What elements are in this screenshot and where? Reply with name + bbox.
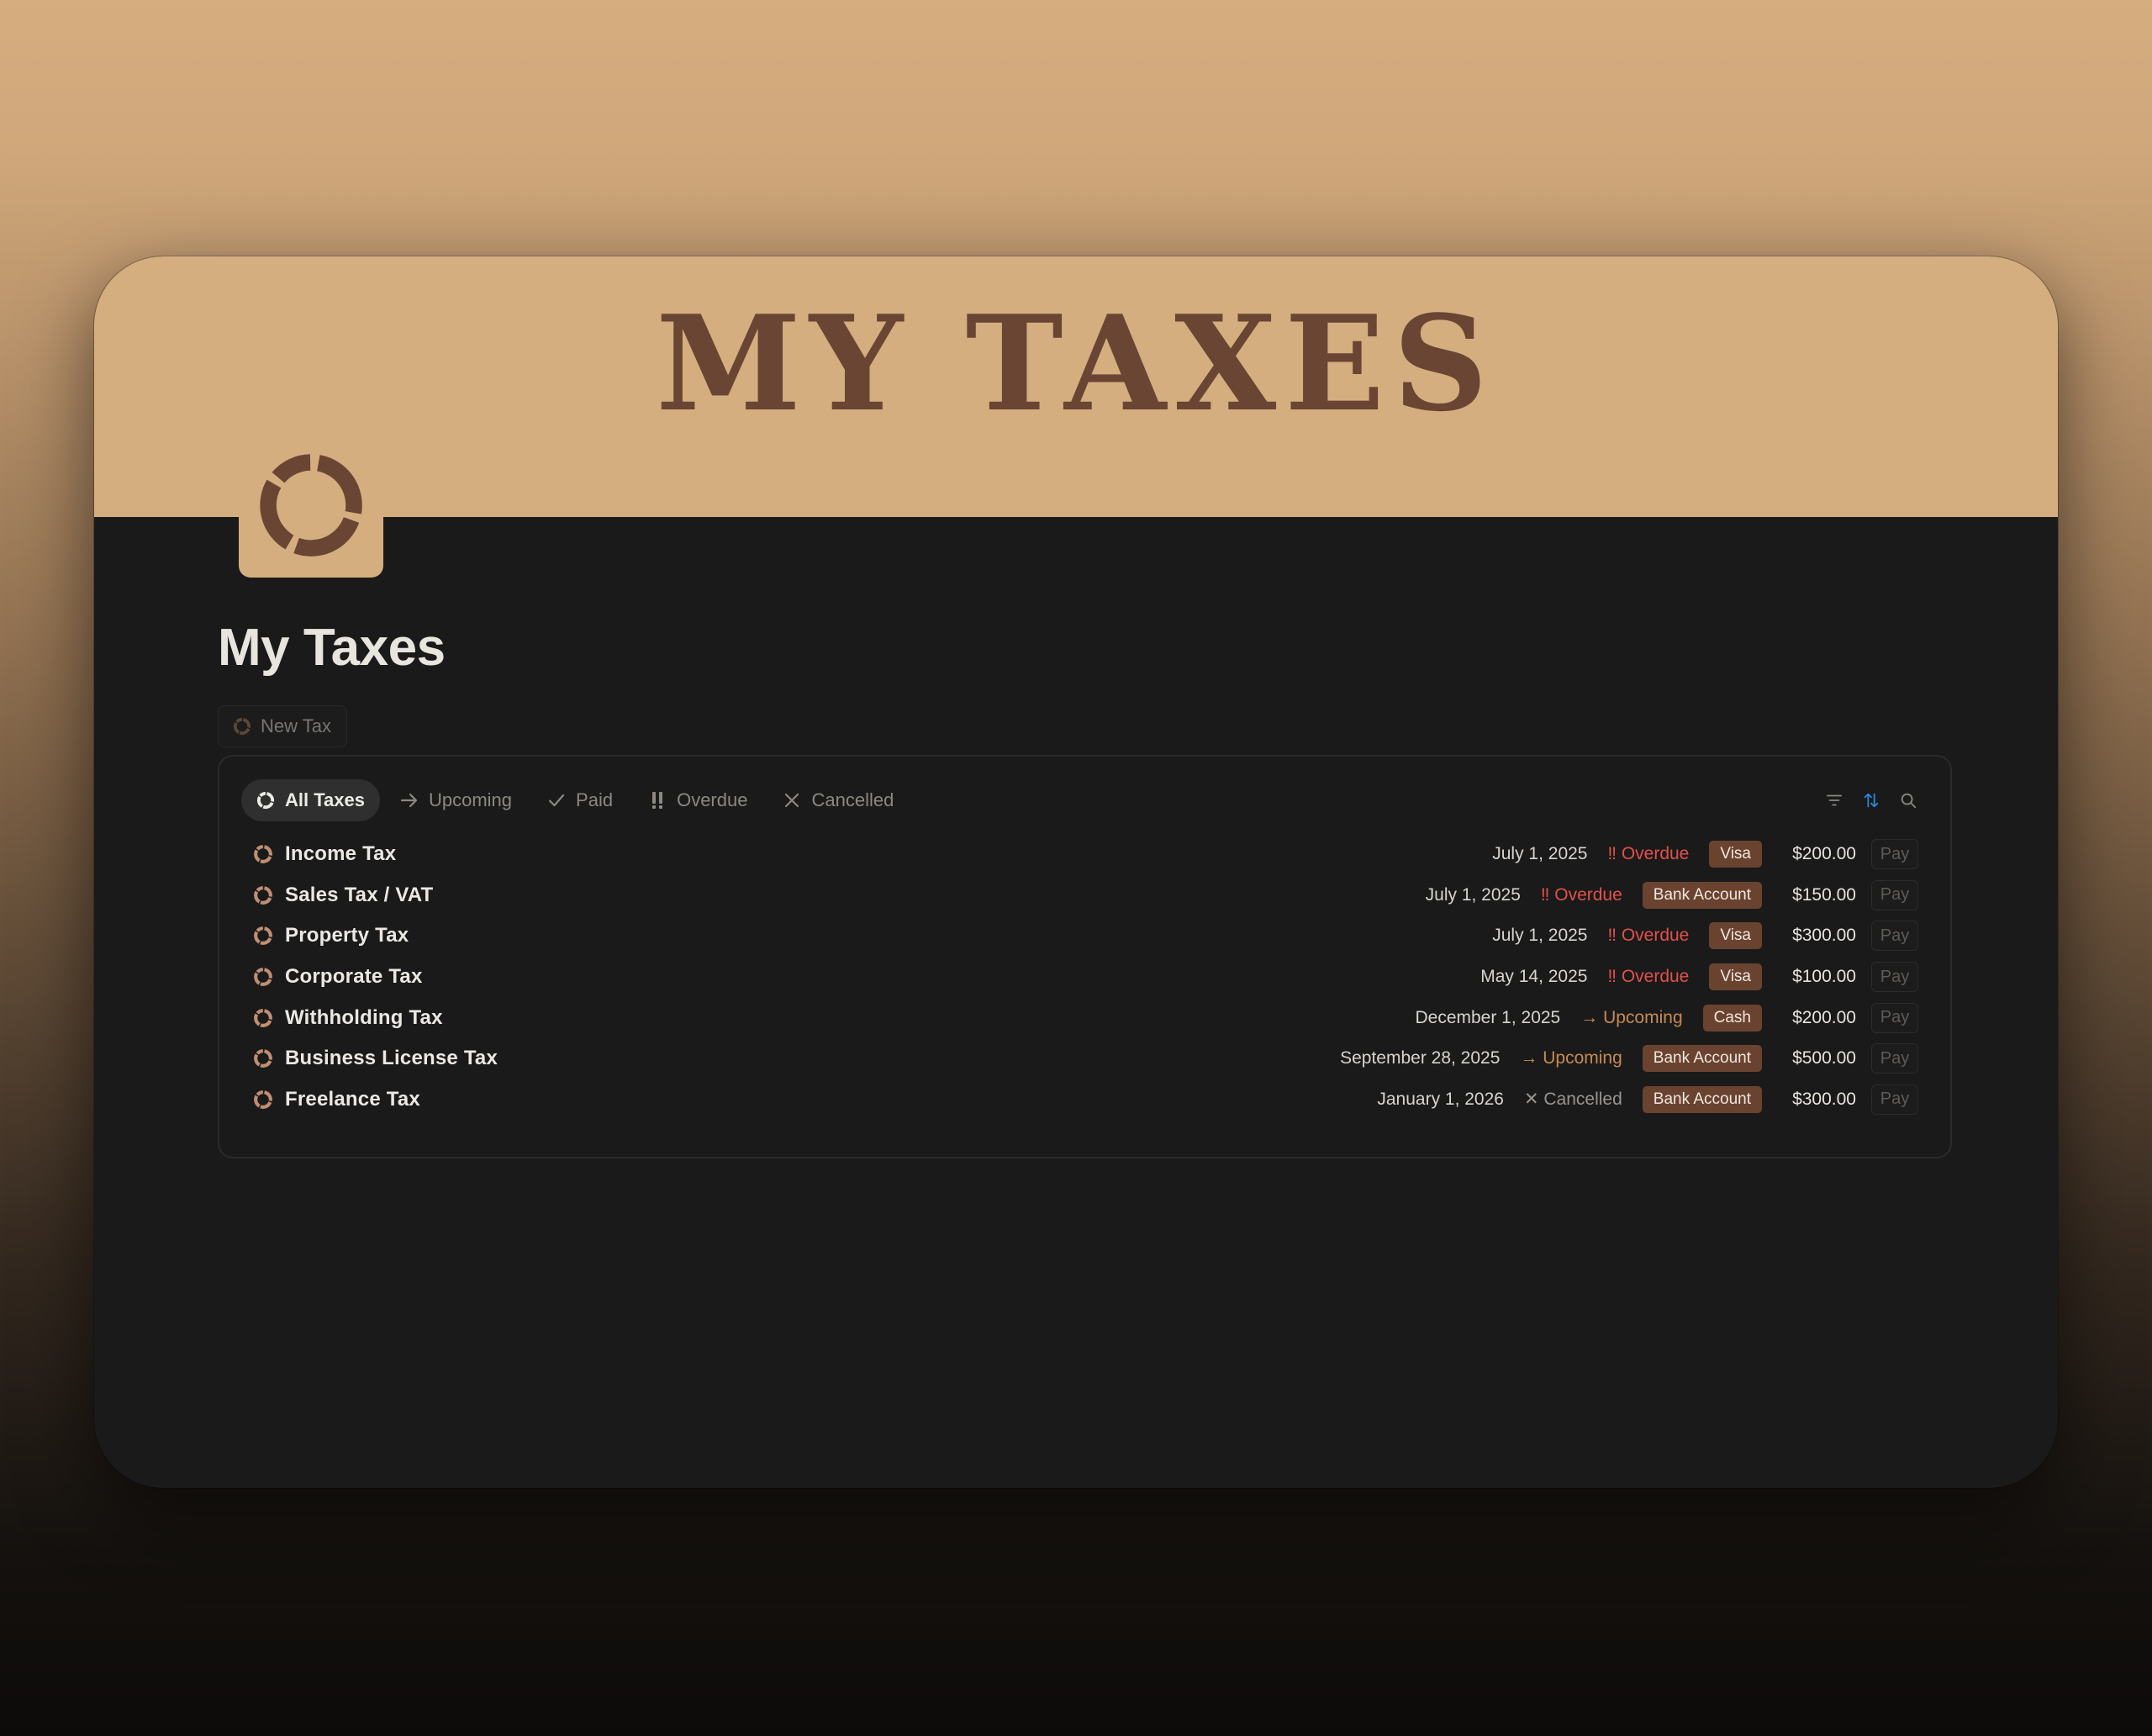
tab-all-taxes[interactable]: All Taxes	[241, 779, 380, 821]
amount: $200.00	[1792, 844, 1856, 864]
tax-list: Income Tax July 1, 2025 ‼ Overdue Visa $…	[251, 834, 1918, 1120]
tax-row[interactable]: Business License Tax September 28, 2025 …	[251, 1038, 1918, 1079]
due-date: July 1, 2025	[1492, 926, 1588, 946]
status-label: ✕ Cancelled	[1523, 1090, 1622, 1110]
tax-logo-icon	[260, 454, 362, 557]
tab-label: All Taxes	[285, 789, 365, 810]
pay-button[interactable]: Pay	[1871, 921, 1918, 952]
row-properties: January 1, 2026 ✕ Cancelled Bank Account…	[1377, 1084, 1918, 1115]
tab-label: Overdue	[677, 789, 748, 810]
due-date: July 1, 2025	[1492, 844, 1588, 864]
notion-page-frame: MY TAXES My Taxes New Tax All Taxes Upco…	[94, 256, 2058, 1488]
tab-upcoming[interactable]: Upcoming	[385, 779, 527, 821]
tax-name[interactable]: Income Tax	[285, 842, 1492, 866]
tax-logo-icon	[251, 965, 275, 989]
due-date: December 1, 2025	[1415, 1007, 1561, 1027]
tax-name[interactable]: Freelance Tax	[285, 1088, 1377, 1111]
double-exclamation-icon	[646, 789, 668, 811]
tax-logo-icon	[255, 789, 277, 811]
status-label: → Upcoming	[1580, 1007, 1683, 1027]
status-label: ‼ Overdue	[1607, 844, 1690, 864]
tax-name[interactable]: Corporate Tax	[285, 965, 1480, 989]
payment-method-tag: Bank Account	[1642, 881, 1762, 909]
tax-row[interactable]: Corporate Tax May 14, 2025 ‼ Overdue Vis…	[251, 957, 1918, 998]
tab-paid[interactable]: Paid	[532, 779, 628, 821]
row-properties: May 14, 2025 ‼ Overdue Visa $100.00 Pay	[1480, 962, 1918, 993]
tab-cancelled[interactable]: Cancelled	[767, 779, 909, 821]
tax-row[interactable]: Property Tax July 1, 2025 ‼ Overdue Visa…	[251, 915, 1918, 957]
due-date: January 1, 2026	[1377, 1089, 1504, 1109]
pay-button[interactable]: Pay	[1871, 839, 1918, 870]
due-date: July 1, 2025	[1425, 884, 1521, 905]
tax-name[interactable]: Sales Tax / VAT	[285, 884, 1426, 907]
tab-label: Upcoming	[428, 789, 513, 810]
status-label: ‼ Overdue	[1607, 926, 1690, 946]
page-title: My Taxes	[218, 619, 446, 677]
payment-method-tag: Bank Account	[1642, 1045, 1762, 1073]
cover-title: MY TAXES	[656, 287, 1496, 441]
amount: $500.00	[1792, 1048, 1856, 1069]
page-icon[interactable]	[239, 433, 383, 578]
pay-button[interactable]: Pay	[1871, 1043, 1918, 1074]
view-tabs: All Taxes Upcoming Paid Overdue Cancelle…	[241, 779, 909, 821]
payment-method-tag: Cash	[1702, 1004, 1762, 1032]
arrow-right-icon	[398, 789, 420, 811]
tab-label: Cancelled	[811, 789, 894, 810]
tax-row[interactable]: Income Tax July 1, 2025 ‼ Overdue Visa $…	[251, 834, 1918, 875]
search-icon[interactable]	[1898, 790, 1918, 810]
sort-icon[interactable]	[1861, 790, 1881, 810]
status-label: ‼ Overdue	[1607, 967, 1690, 987]
tax-row[interactable]: Freelance Tax January 1, 2026 ✕ Cancelle…	[251, 1079, 1918, 1121]
filter-icon[interactable]	[1824, 790, 1844, 810]
new-tax-label: New Tax	[261, 715, 331, 736]
tax-logo-icon	[251, 924, 275, 947]
tax-logo-icon	[251, 884, 275, 907]
pay-button[interactable]: Pay	[1871, 1084, 1918, 1115]
pay-button[interactable]: Pay	[1871, 1002, 1918, 1033]
pay-button[interactable]: Pay	[1871, 962, 1918, 993]
tax-row[interactable]: Sales Tax / VAT July 1, 2025 ‼ Overdue B…	[251, 875, 1918, 916]
payment-method-tag: Visa	[1709, 922, 1762, 950]
amount: $200.00	[1792, 1007, 1856, 1027]
row-properties: July 1, 2025 ‼ Overdue Visa $300.00 Pay	[1492, 921, 1918, 952]
tax-name[interactable]: Property Tax	[285, 924, 1492, 947]
amount: $150.00	[1792, 884, 1856, 905]
tax-name[interactable]: Business License Tax	[285, 1047, 1340, 1070]
x-icon	[781, 789, 803, 811]
status-label: → Upcoming	[1520, 1048, 1622, 1069]
payment-method-tag: Bank Account	[1642, 1085, 1762, 1113]
row-properties: September 28, 2025 → Upcoming Bank Accou…	[1340, 1043, 1918, 1074]
row-properties: July 1, 2025 ‼ Overdue Bank Account $150…	[1425, 879, 1918, 910]
row-properties: December 1, 2025 → Upcoming Cash $200.00…	[1415, 1002, 1918, 1033]
tax-row[interactable]: Withholding Tax December 1, 2025 → Upcom…	[251, 997, 1918, 1038]
status-label: ‼ Overdue	[1540, 884, 1622, 905]
page-cover: MY TAXES	[94, 256, 2058, 517]
tax-logo-icon	[251, 842, 275, 866]
tax-logo-icon	[251, 1088, 275, 1111]
amount: $100.00	[1792, 967, 1856, 987]
pay-button[interactable]: Pay	[1871, 879, 1918, 910]
database-toolbar	[1824, 790, 1918, 810]
tax-logo-icon	[232, 716, 252, 736]
amount: $300.00	[1792, 1089, 1856, 1109]
payment-method-tag: Visa	[1709, 841, 1762, 868]
due-date: May 14, 2025	[1480, 967, 1588, 987]
tax-logo-icon	[251, 1006, 275, 1030]
tab-overdue[interactable]: Overdue	[633, 779, 762, 821]
tax-logo-icon	[251, 1047, 275, 1070]
taxes-database: All Taxes Upcoming Paid Overdue Cancelle…	[218, 755, 1952, 1158]
tax-name[interactable]: Withholding Tax	[285, 1006, 1415, 1030]
amount: $300.00	[1792, 926, 1856, 946]
new-tax-button[interactable]: New Tax	[218, 705, 347, 747]
row-properties: July 1, 2025 ‼ Overdue Visa $200.00 Pay	[1492, 839, 1918, 870]
check-icon	[546, 789, 567, 811]
tab-label: Paid	[576, 789, 614, 810]
due-date: September 28, 2025	[1340, 1048, 1501, 1069]
payment-method-tag: Visa	[1709, 963, 1762, 991]
